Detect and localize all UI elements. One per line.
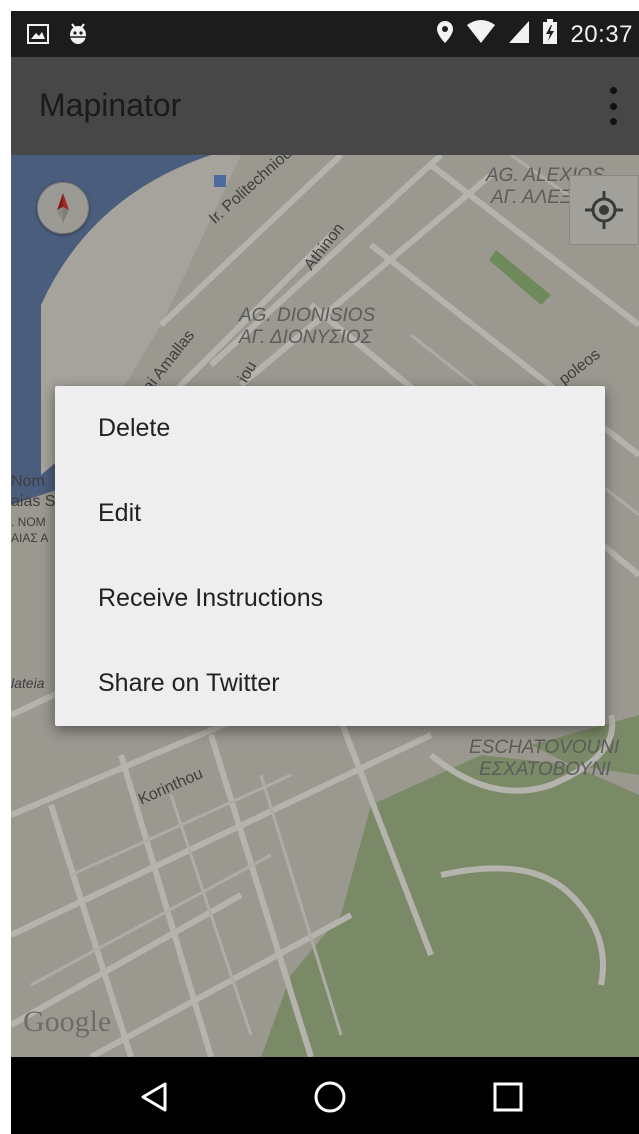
menu-item-share-twitter[interactable]: Share on Twitter bbox=[55, 641, 605, 726]
back-icon[interactable] bbox=[134, 1077, 174, 1117]
area-label: ΑΓ. ΔΙΟΝΥΣΙΟΣ bbox=[239, 327, 372, 348]
status-time: 20:37 bbox=[570, 20, 633, 48]
recents-icon[interactable] bbox=[488, 1077, 528, 1117]
my-location-icon[interactable] bbox=[569, 175, 639, 245]
street-label: lateia bbox=[11, 675, 45, 691]
image-icon bbox=[27, 24, 49, 49]
signal-icon bbox=[508, 20, 530, 49]
navigation-bar bbox=[11, 1057, 639, 1134]
status-bar: 20:37 bbox=[11, 11, 639, 57]
app-screen: 20:37 Mapinator Ir. Politechniou Athinon… bbox=[11, 11, 639, 1134]
street-label: aias S bbox=[11, 493, 56, 510]
menu-item-delete[interactable]: Delete bbox=[55, 386, 605, 471]
android-debug-icon bbox=[67, 22, 89, 51]
location-pin-icon bbox=[436, 20, 454, 49]
area-label: ESCHATOVOUNI bbox=[469, 737, 620, 758]
overflow-menu-icon[interactable] bbox=[601, 87, 625, 125]
wifi-icon bbox=[466, 20, 496, 49]
context-menu-dialog: Delete Edit Receive Instructions Share o… bbox=[55, 386, 605, 726]
menu-item-edit[interactable]: Edit bbox=[55, 471, 605, 556]
area-label: AG. DIONISIOS bbox=[239, 305, 376, 326]
street-label: ΑΙΑΣ Α bbox=[11, 531, 49, 545]
home-icon[interactable] bbox=[310, 1077, 350, 1117]
street-label: Nom bbox=[11, 473, 45, 490]
battery-charging-icon bbox=[542, 19, 558, 50]
compass-icon[interactable] bbox=[37, 182, 89, 234]
street-label: . NOM bbox=[11, 515, 46, 529]
app-title: Mapinator bbox=[39, 87, 182, 123]
google-attribution: Google bbox=[23, 1005, 112, 1038]
area-label: ΕΣΧΑΤΟΒΟΥΝΙ bbox=[479, 759, 611, 780]
menu-item-receive-instructions[interactable]: Receive Instructions bbox=[55, 556, 605, 641]
app-bar: Mapinator bbox=[11, 57, 639, 155]
